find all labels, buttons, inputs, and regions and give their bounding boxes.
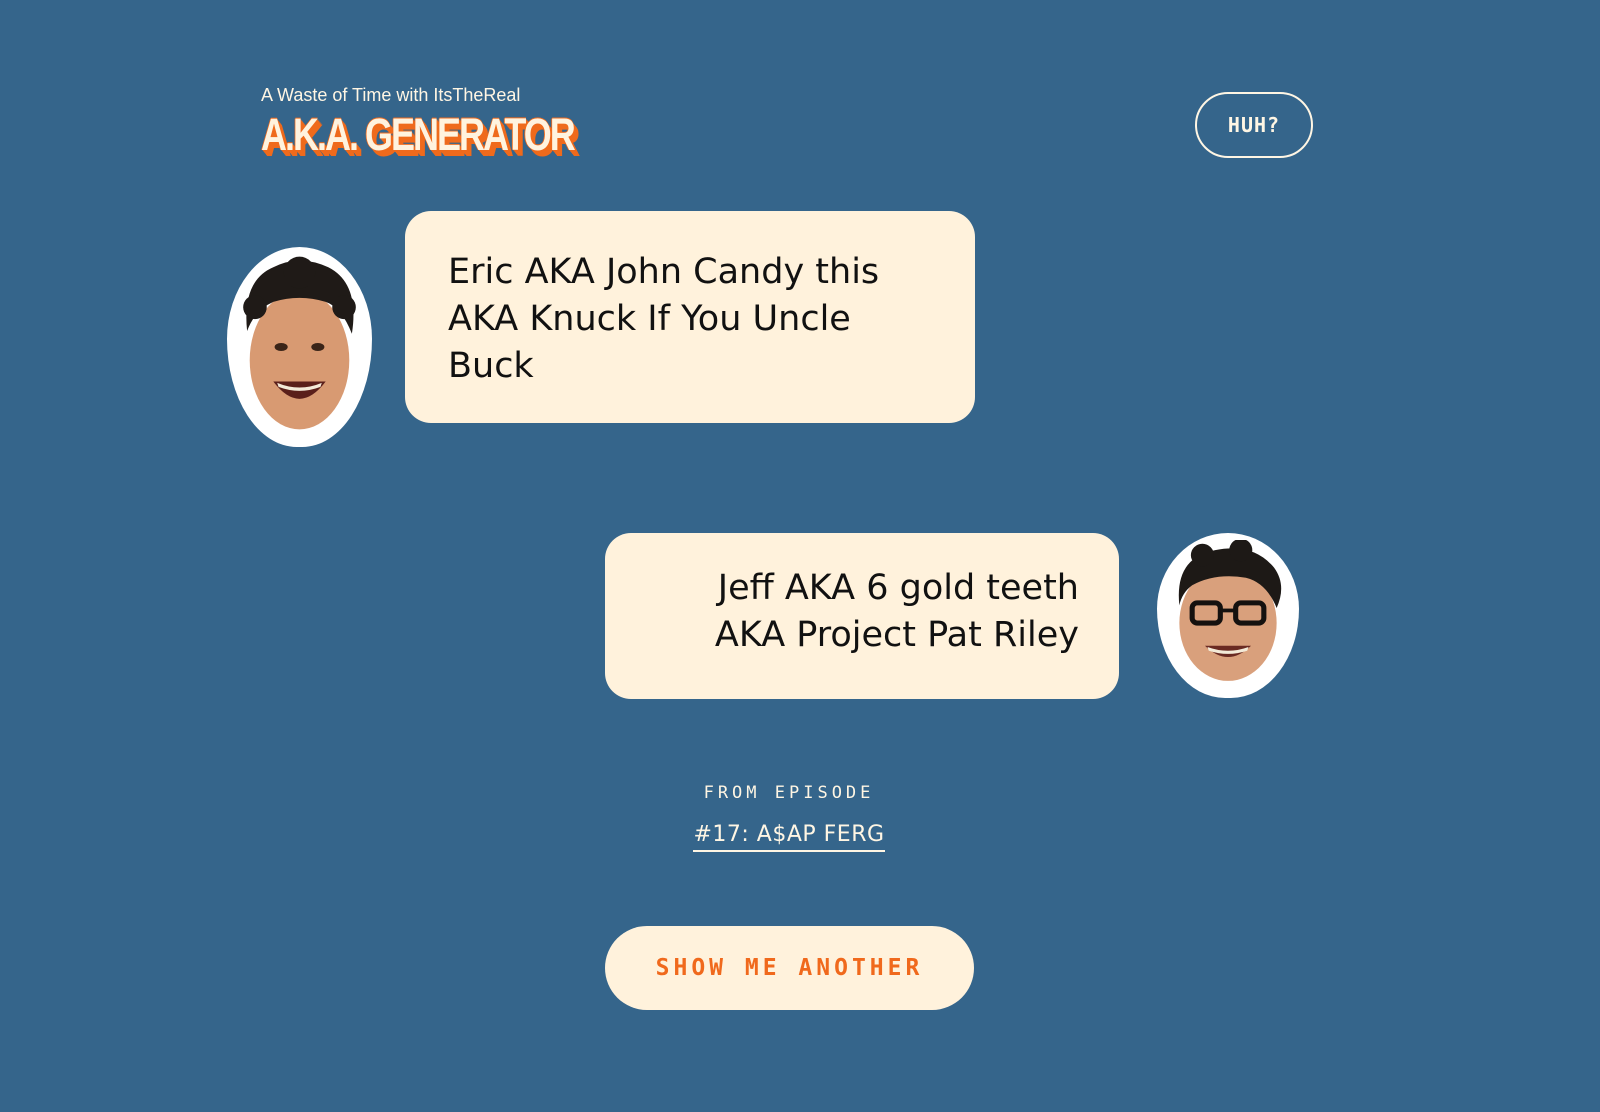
jeff-avatar-icon	[1157, 533, 1299, 698]
show-another-button[interactable]: SHOW ME ANOTHER	[605, 926, 974, 1010]
logo-title: A.K.A. GENERATOR	[261, 109, 576, 160]
episode-link-container: #17: A$AP FERG	[0, 822, 1578, 852]
logo-subtitle: A Waste of Time with ItsTheReal	[261, 85, 521, 105]
eric-message-bubble: Eric AKA John Candy this AKA Knuck If Yo…	[405, 211, 975, 423]
site-logo[interactable]: A Waste of Time with ItsTheReal A.K.A. G…	[261, 84, 652, 160]
episode-label: FROM EPISODE	[703, 783, 875, 803]
episode-link[interactable]: #17: A$AP FERG	[693, 822, 885, 852]
jeff-message-bubble: Jeff AKA 6 gold teeth AKA Project Pat Ri…	[605, 533, 1119, 699]
help-button[interactable]: HUH?	[1195, 92, 1313, 158]
eric-avatar-icon	[227, 247, 372, 447]
